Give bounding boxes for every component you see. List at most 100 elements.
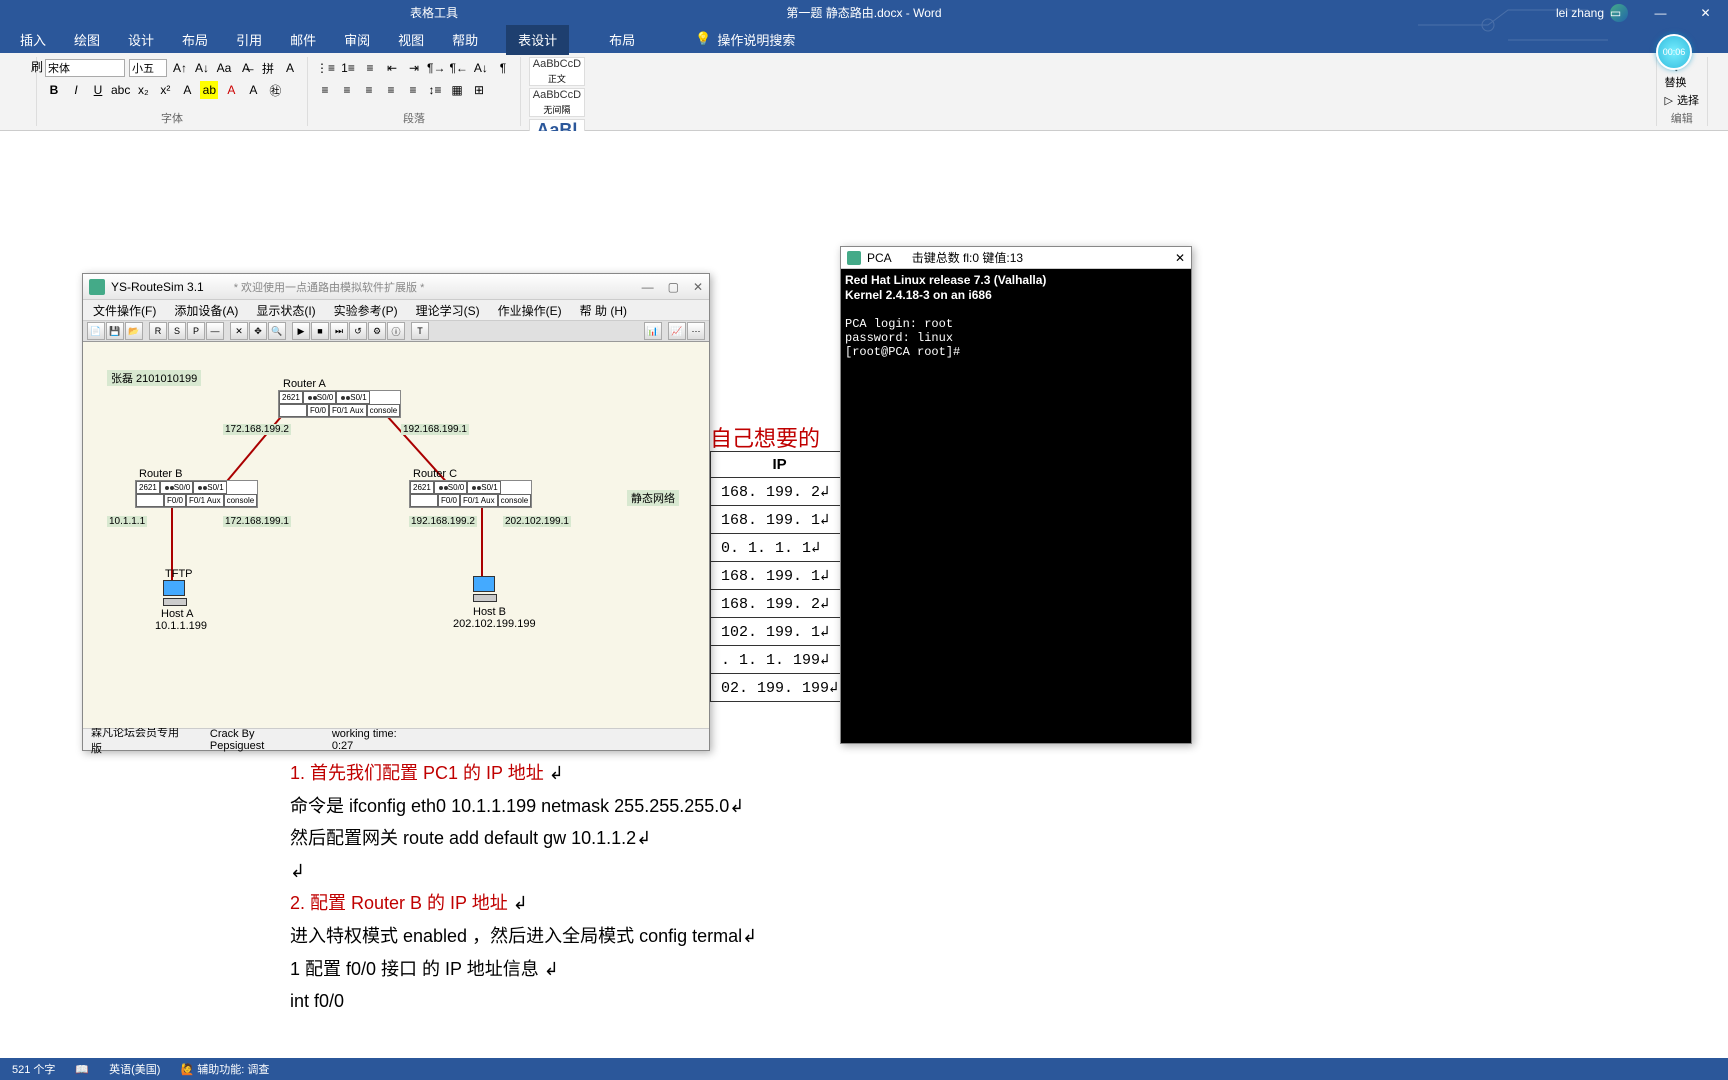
tell-me-search[interactable]: 💡 操作说明搜索 [695, 30, 795, 49]
enclose-char-icon[interactable]: ㊓ [266, 81, 284, 99]
rtl-icon[interactable]: ¶← [449, 59, 467, 77]
show-marks-icon[interactable]: ¶ [494, 59, 512, 77]
tab-references[interactable]: 引用 [236, 30, 262, 49]
tb-info-icon[interactable]: ⓘ [387, 322, 405, 340]
style-1[interactable]: AaBbCcD无间隔 [529, 88, 585, 117]
line-spacing-icon[interactable]: ↕≡ [426, 81, 444, 99]
close-icon[interactable]: ✕ [1683, 0, 1728, 25]
style-0[interactable]: AaBbCcD正文 [529, 57, 585, 86]
tb-delete-icon[interactable]: ✕ [230, 322, 248, 340]
router-b[interactable]: 2621 S0/0 S0/1 F0/0 F0/1 Aux console [135, 480, 258, 508]
tb-run-icon[interactable]: ▶ [292, 322, 310, 340]
tab-mailings[interactable]: 邮件 [290, 30, 316, 49]
highlight-icon[interactable]: ab [200, 81, 218, 99]
tb-stats-icon[interactable]: 📈 [668, 322, 686, 340]
change-case-icon[interactable]: Aa [215, 59, 233, 77]
tab-review[interactable]: 审阅 [344, 30, 370, 49]
tb-save-icon[interactable]: 💾 [106, 322, 124, 340]
tb-move-icon[interactable]: ✥ [249, 322, 267, 340]
rs-menu-1[interactable]: 添加设备(A) [174, 302, 238, 319]
strike-button[interactable]: abc [111, 81, 130, 99]
document-body[interactable]: 1. 首先我们配置 PC1 的 IP 地址 ↲ 命令是 ifconfig eth… [290, 756, 990, 1019]
tb-switch-icon[interactable]: S [168, 322, 186, 340]
router-c[interactable]: 2621 S0/0 S0/1 F0/0 F0/1 Aux console [409, 480, 532, 508]
underline-button[interactable]: U [89, 81, 107, 99]
tb-chart-icon[interactable]: 📊 [644, 322, 662, 340]
grow-font-icon[interactable]: A↑ [171, 59, 189, 77]
ribbon-options-icon[interactable]: ▭ [1593, 0, 1638, 25]
pca-terminal[interactable]: Red Hat Linux release 7.3 (Valhalla) Ker… [841, 269, 1191, 743]
tab-draw[interactable]: 绘图 [74, 30, 100, 49]
tab-table-design[interactable]: 表设计 [506, 24, 569, 55]
align-right-icon[interactable]: ≡ [360, 81, 378, 99]
ltr-icon[interactable]: ¶→ [427, 59, 445, 77]
char-border-icon[interactable]: A [281, 59, 299, 77]
tab-view[interactable]: 视图 [398, 30, 424, 49]
routesim-maximize-icon[interactable]: ▢ [668, 280, 679, 294]
text-effects-icon[interactable]: A [178, 81, 196, 99]
sort-icon[interactable]: A↓ [472, 59, 490, 77]
bold-button[interactable]: B [45, 81, 63, 99]
bullets-icon[interactable]: ⋮≡ [316, 59, 335, 77]
rs-menu-4[interactable]: 理论学习(S) [416, 302, 480, 319]
timer-badge[interactable]: 00:06 [1656, 34, 1692, 70]
minimize-icon[interactable]: — [1638, 0, 1683, 25]
pca-titlebar[interactable]: PCA 击键总数 fl:0 键值:13 ✕ [841, 247, 1191, 269]
font-size-combo[interactable] [129, 59, 167, 77]
font-color-icon[interactable]: A [222, 81, 240, 99]
tb-text-icon[interactable]: T [411, 322, 429, 340]
tb-reset-icon[interactable]: ↺ [349, 322, 367, 340]
language-status[interactable]: 英语(美国) [109, 1061, 160, 1077]
replace-button[interactable]: 替换 [1665, 74, 1699, 90]
char-shading-icon[interactable]: A [244, 81, 262, 99]
tb-pc-icon[interactable]: P [187, 322, 205, 340]
inc-indent-icon[interactable]: ⇥ [405, 59, 423, 77]
accessibility-status[interactable]: 🙋 辅助功能: 调查 [180, 1061, 269, 1077]
tb-step-icon[interactable]: ⏭ [330, 322, 348, 340]
rs-menu-6[interactable]: 帮 助 (H) [580, 302, 627, 319]
routesim-minimize-icon[interactable]: — [642, 280, 654, 294]
tb-open-icon[interactable]: 📂 [125, 322, 143, 340]
rs-menu-5[interactable]: 作业操作(E) [498, 302, 562, 319]
tab-design[interactable]: 设计 [128, 30, 154, 49]
tab-layout[interactable]: 布局 [182, 30, 208, 49]
justify-icon[interactable]: ≡ [382, 81, 400, 99]
tb-zoom-icon[interactable]: 🔍 [268, 322, 286, 340]
tb-stop-icon[interactable]: ■ [311, 322, 329, 340]
tb-link-icon[interactable]: — [206, 322, 224, 340]
host-a-icon[interactable] [163, 580, 187, 610]
tb-new-icon[interactable]: 📄 [87, 322, 105, 340]
tab-table-layout[interactable]: 布局 [597, 24, 647, 55]
dec-indent-icon[interactable]: ⇤ [383, 59, 401, 77]
routesim-titlebar[interactable]: YS-RouteSim 3.1 * 欢迎使用一点通路由模拟软件扩展版 * — ▢… [83, 274, 709, 300]
routesim-canvas[interactable]: 张磊 2101010199 静态网络 Router A 2621 S0/0 S0… [83, 342, 709, 728]
word-count[interactable]: 521 个字 [12, 1061, 55, 1077]
router-a[interactable]: 2621 S0/0 S0/1 F0/0 F0/1 Aux console [278, 390, 401, 418]
shrink-font-icon[interactable]: A↓ [193, 59, 211, 77]
phonetic-icon[interactable]: 拼 [259, 59, 277, 77]
clear-format-icon[interactable]: A̶ [237, 59, 255, 77]
font-name-combo[interactable] [45, 59, 125, 77]
distribute-icon[interactable]: ≡ [404, 81, 422, 99]
multilevel-icon[interactable]: ≡ [361, 59, 379, 77]
rs-menu-0[interactable]: 文件操作(F) [93, 302, 156, 319]
routesim-close-icon[interactable]: ✕ [693, 280, 703, 294]
align-center-icon[interactable]: ≡ [338, 81, 356, 99]
numbering-icon[interactable]: 1≡ [339, 59, 357, 77]
shading-icon[interactable]: ▦ [448, 81, 466, 99]
borders-icon[interactable]: ⊞ [470, 81, 488, 99]
tb-config-icon[interactable]: ⚙ [368, 322, 386, 340]
rs-menu-2[interactable]: 显示状态(I) [256, 302, 315, 319]
pca-close-icon[interactable]: ✕ [1175, 251, 1185, 265]
tb-router-icon[interactable]: R [149, 322, 167, 340]
rs-menu-3[interactable]: 实验参考(P) [334, 302, 398, 319]
superscript-button[interactable]: x² [156, 81, 174, 99]
tab-insert[interactable]: 插入 [20, 30, 46, 49]
select-button[interactable]: ▷ 选择 [1665, 92, 1699, 108]
italic-button[interactable]: I [67, 81, 85, 99]
tb-more-icon[interactable]: ⋯ [687, 322, 705, 340]
align-left-icon[interactable]: ≡ [316, 81, 334, 99]
subscript-button[interactable]: x₂ [134, 81, 152, 99]
proofing-icon[interactable]: 📖 [75, 1063, 89, 1076]
host-b-icon[interactable] [473, 576, 497, 606]
